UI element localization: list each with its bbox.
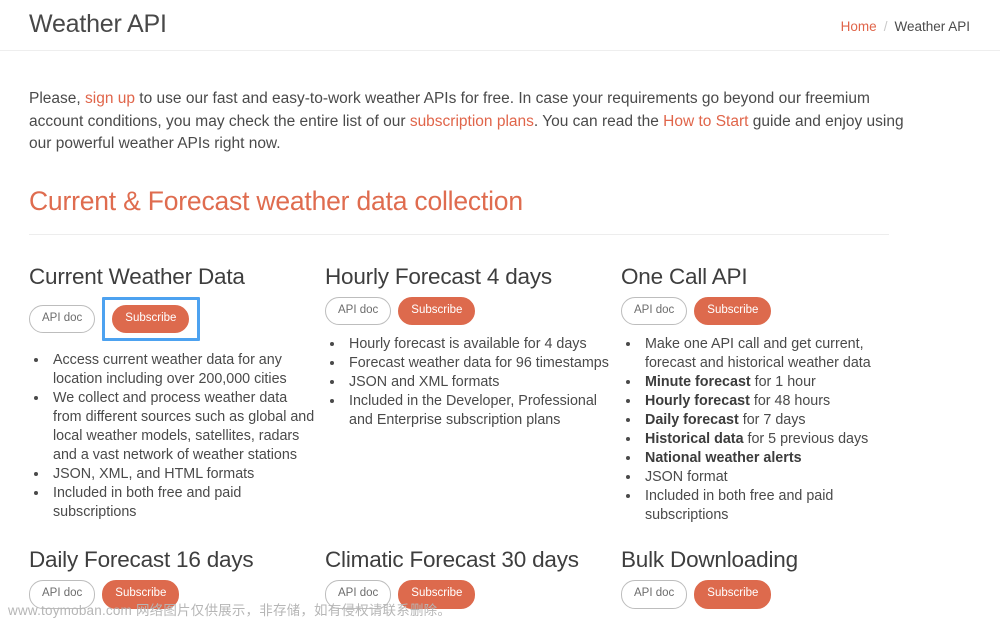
api-feature-text: Hourly forecast is available for 4 days [349, 336, 587, 352]
api-feature-text: Included in both free and paid subscript… [645, 488, 834, 523]
api-card: Hourly Forecast 4 days API docSubscribe Ho… [325, 264, 621, 431]
api-doc-button[interactable]: API doc [29, 304, 96, 333]
api-feature-emphasis: Historical data [645, 431, 744, 447]
api-feature-item: JSON, XML, and HTML formats [49, 465, 317, 484]
api-feature-item: Daily forecast for 7 days [641, 411, 909, 430]
api-card-title: One Call API [621, 263, 748, 289]
api-feature-text: Forecast weather data for 96 timestamps [349, 355, 609, 371]
api-feature-item: Minute forecast for 1 hour [641, 373, 909, 392]
subscribe-button[interactable]: Subscribe [112, 304, 190, 333]
subscription-plans-link[interactable]: subscription plans [410, 113, 534, 130]
api-feature-item: Hourly forecast for 48 hours [641, 392, 909, 411]
api-feature-emphasis: Daily forecast [645, 412, 739, 428]
intro-text-1: Please, [29, 90, 86, 107]
api-feature-emphasis: Minute forecast [645, 374, 751, 390]
api-feature-text: for 1 hour [750, 374, 816, 390]
breadcrumb-separator: / [883, 19, 888, 34]
section-heading: Current & Forecast weather data collecti… [29, 185, 523, 216]
api-feature-text: Access current weather data for any loca… [53, 352, 287, 387]
api-card-actions: API doc Subscribe [621, 296, 909, 325]
api-feature-text: We collect and process weather data from… [53, 390, 315, 463]
api-card-actions: API doc Subscribe [29, 296, 317, 341]
api-feature-text: JSON format [645, 469, 728, 485]
page-header: Weather API Home / Weather API [0, 0, 1000, 51]
api-feature-item: Make one API call and get current, forec… [641, 335, 909, 373]
page-title: Weather API [29, 10, 167, 38]
api-feature-text: for 48 hours [749, 393, 831, 409]
api-feature-list: Make one API call and get current, forec… [621, 335, 909, 525]
api-feature-item: Historical data for 5 previous days [641, 430, 909, 449]
api-card-grid-row-1: Current Weather DataAPI docSubscribeAcce… [29, 235, 970, 526]
api-feature-text: JSON, XML, and HTML formats [53, 466, 255, 482]
api-feature-emphasis: Hourly forecast [645, 393, 750, 409]
api-card: Current Weather Data API doc Subscribe Acce… [29, 264, 325, 523]
api-card-title: Current Weather Data [29, 263, 245, 289]
weather-api-page: Weather API Home / Weather API Please, s… [0, 0, 1000, 618]
subscribe-button-focus-ring: Subscribe [102, 296, 201, 341]
api-feature-item: Forecast weather data for 96 timestamps [345, 354, 613, 373]
api-feature-list: Access current weather data for any loca… [29, 351, 317, 522]
breadcrumb: Home / Weather API [841, 16, 970, 34]
api-feature-item: Included in both free and paid subscript… [49, 484, 317, 522]
api-card-grid-row-2: Daily Forecast 16 days API doc Subscribe Cl… [29, 525, 970, 609]
api-feature-text: for 7 days [738, 412, 806, 428]
subscribe-button[interactable]: Subscribe [694, 296, 772, 325]
api-doc-button[interactable]: API doc [621, 296, 688, 325]
api-feature-text: Make one API call and get current, forec… [645, 336, 871, 371]
api-feature-text: Included in the Developer, Professional … [349, 393, 597, 428]
api-card-actions: API doc Subscribe [325, 296, 613, 325]
breadcrumb-link-home[interactable]: Home [841, 19, 877, 34]
api-card-title: Daily Forecast 16 days [29, 547, 254, 572]
intro-text-3: . You can read the [533, 112, 664, 130]
page-content: Please, sign up to use our fast and easy… [0, 51, 1000, 609]
api-feature-item: We collect and process weather data from… [49, 389, 317, 465]
api-feature-text: JSON and XML formats [349, 374, 500, 390]
api-card-title: Climatic Forecast 30 days [325, 547, 579, 572]
watermark-text: www.toymoban.com 网络图片仅供展示，非存储，如有侵权请联系删除。 [8, 603, 452, 618]
api-feature-emphasis: National weather alerts [645, 450, 802, 466]
api-feature-item: JSON format [641, 468, 909, 487]
api-doc-button[interactable]: API doc [325, 296, 392, 325]
api-card: One Call API API docSubscribe Make one API… [621, 264, 917, 526]
intro-paragraph: Please, sign up to use our fast and easy… [29, 51, 905, 156]
api-feature-item: Hourly forecast is available for 4 days [345, 335, 613, 354]
api-feature-text: for 5 previous days [743, 431, 869, 447]
api-feature-item: Included in both free and paid subscript… [641, 487, 909, 525]
how-to-start-link[interactable]: How to Start [663, 113, 748, 130]
api-feature-item: JSON and XML formats [345, 373, 613, 392]
subscribe-button[interactable]: Subscribe [398, 296, 476, 325]
api-card-title: Hourly Forecast 4 days [325, 263, 552, 289]
api-feature-item: National weather alerts [641, 449, 909, 468]
breadcrumb-current: Weather API [894, 19, 970, 34]
sign-up-link[interactable]: sign up [85, 90, 135, 107]
api-card-title: Bulk Downloading [621, 547, 798, 572]
api-feature-text: Included in both free and paid subscript… [53, 485, 242, 520]
api-feature-item: Access current weather data for any loca… [49, 351, 317, 389]
api-feature-list: Hourly forecast is available for 4 days F… [325, 335, 613, 430]
api-feature-item: Included in the Developer, Professional … [345, 392, 613, 430]
